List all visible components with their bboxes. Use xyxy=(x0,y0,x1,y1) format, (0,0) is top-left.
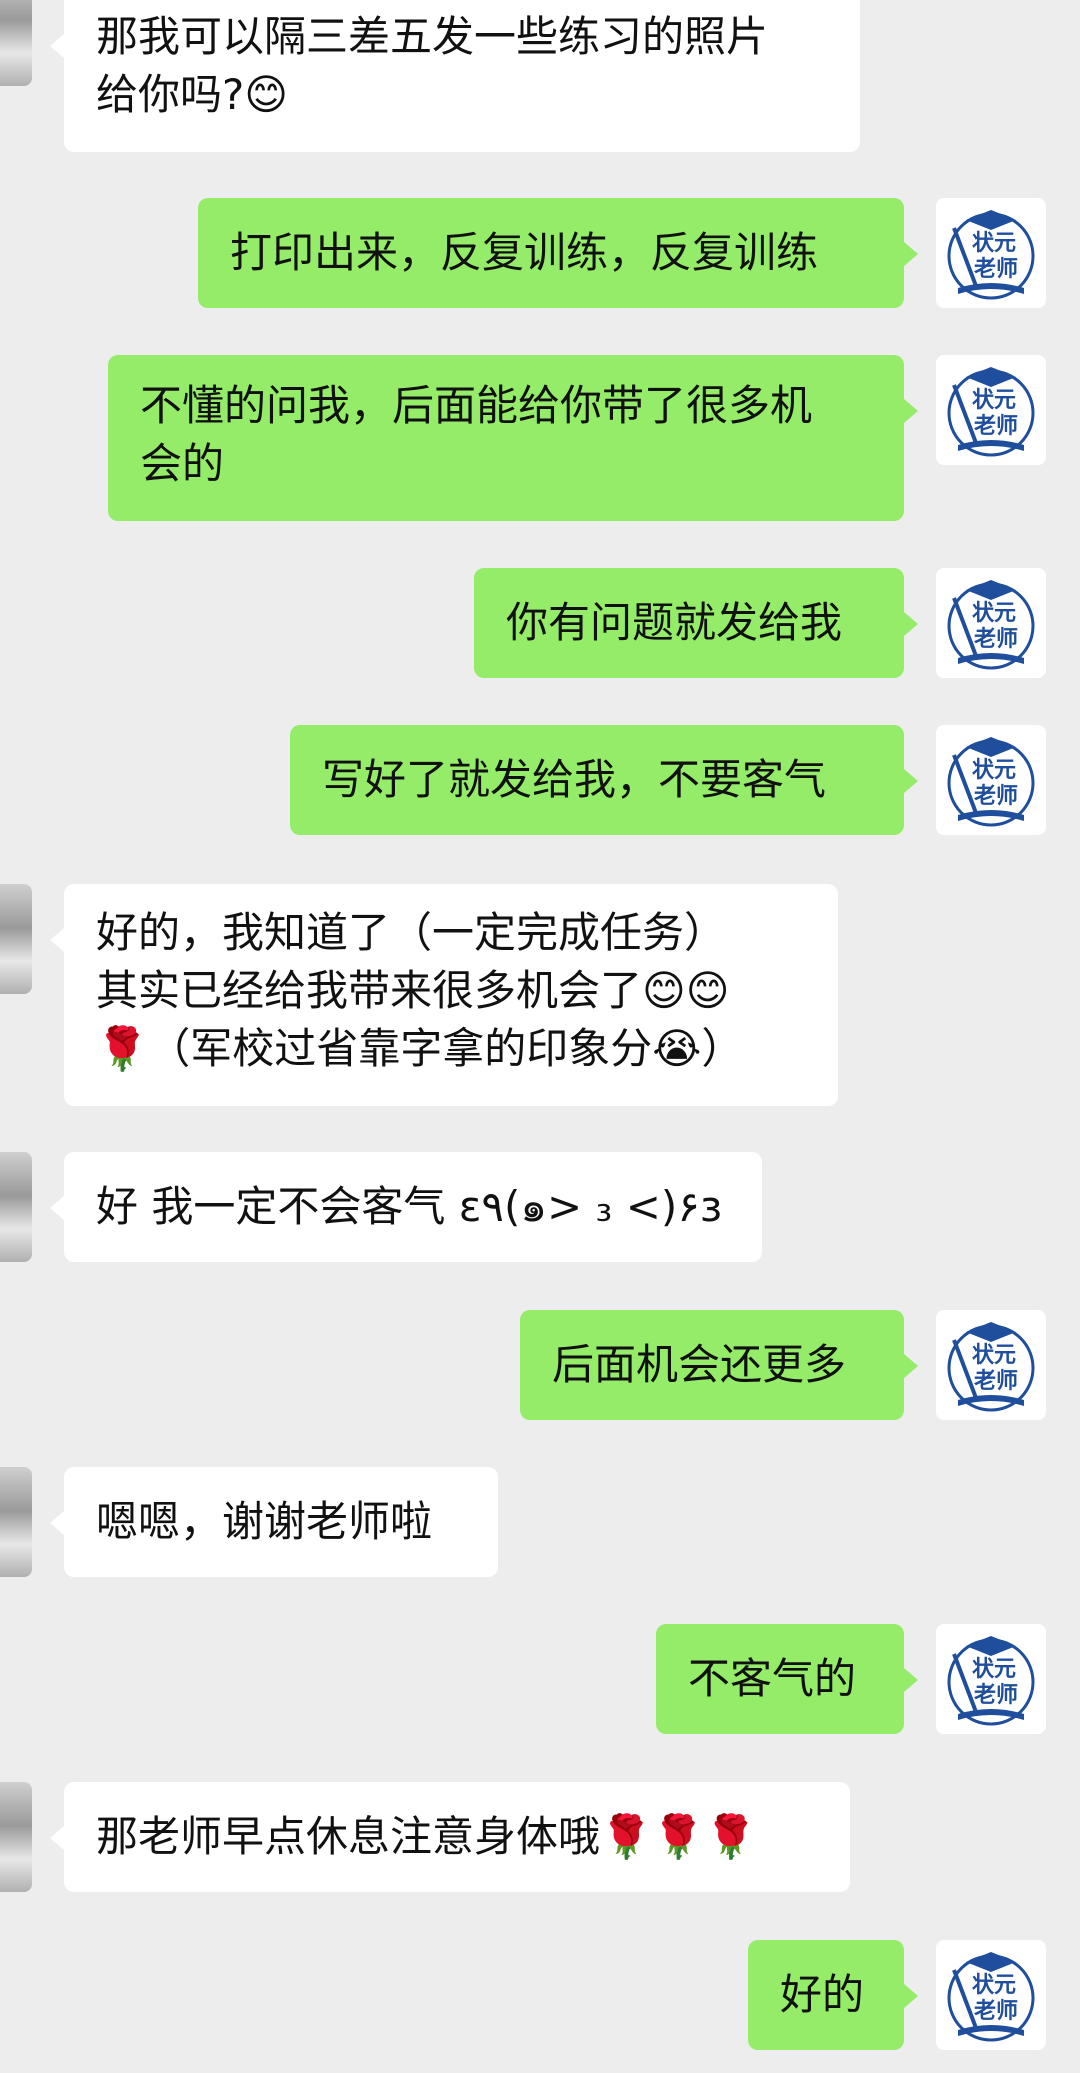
message-bubble-left[interactable]: 那我可以隔三差五发一些练习的照片 给你吗?😊 xyxy=(50,0,860,152)
message-bubble-left[interactable]: 那老师早点休息注意身体哦🌹🌹🌹 xyxy=(50,1782,850,1892)
svg-text:状元: 状元 xyxy=(972,601,1016,626)
teacher-avatar[interactable]: 状元 老师 xyxy=(936,198,1046,308)
svg-text:老师: 老师 xyxy=(973,413,1018,439)
svg-text:老师: 老师 xyxy=(973,1682,1018,1708)
teacher-avatar-icon: 状元 老师 xyxy=(947,367,1035,457)
svg-text:状元: 状元 xyxy=(972,1973,1016,1998)
svg-text:状元: 状元 xyxy=(972,1343,1016,1368)
svg-text:状元: 状元 xyxy=(972,231,1016,256)
message-bubble-right[interactable]: 后面机会还更多 xyxy=(520,1310,918,1420)
message-bubble-left[interactable]: 嗯嗯，谢谢老师啦 xyxy=(50,1467,498,1577)
teacher-avatar[interactable]: 状元 老师 xyxy=(936,355,1046,465)
svg-text:老师: 老师 xyxy=(973,1998,1018,2024)
teacher-avatar[interactable]: 状元 老师 xyxy=(936,1310,1046,1420)
message-bubble-right[interactable]: 不懂的问我，后面能给你带了很多机 会的 xyxy=(108,355,918,521)
teacher-avatar-icon: 状元 老师 xyxy=(947,210,1035,300)
teacher-avatar-icon: 状元 老师 xyxy=(947,1322,1035,1412)
contact-avatar[interactable] xyxy=(0,0,32,86)
message-bubble-left[interactable]: 好 我一定不会客气 ε٩(๑> ₃ <)۶з xyxy=(50,1152,762,1262)
svg-text:老师: 老师 xyxy=(973,626,1018,652)
contact-avatar[interactable] xyxy=(0,1782,32,1892)
teacher-avatar-icon: 状元 老师 xyxy=(947,737,1035,827)
teacher-avatar-icon: 状元 老师 xyxy=(947,1636,1035,1726)
teacher-avatar[interactable]: 状元 老师 xyxy=(936,1940,1046,2050)
teacher-avatar-icon: 状元 老师 xyxy=(947,1952,1035,2042)
svg-text:状元: 状元 xyxy=(972,388,1016,413)
message-bubble-left[interactable]: 好的，我知道了（一定完成任务） 其实已经给我带来很多机会了😊😊 🌹（军校过省靠字… xyxy=(50,884,838,1106)
teacher-avatar[interactable]: 状元 老师 xyxy=(936,725,1046,835)
message-bubble-right[interactable]: 好的 xyxy=(748,1940,918,2050)
contact-avatar[interactable] xyxy=(0,1152,32,1262)
contact-avatar[interactable] xyxy=(0,884,32,994)
teacher-avatar-icon: 状元 老师 xyxy=(947,580,1035,670)
svg-text:老师: 老师 xyxy=(973,256,1018,282)
message-bubble-right[interactable]: 打印出来，反复训练，反复训练 xyxy=(198,198,918,308)
contact-avatar[interactable] xyxy=(0,1467,32,1577)
message-bubble-right[interactable]: 不客气的 xyxy=(656,1624,918,1734)
svg-text:老师: 老师 xyxy=(973,783,1018,809)
message-bubble-right[interactable]: 写好了就发给我，不要客气 xyxy=(290,725,918,835)
svg-text:状元: 状元 xyxy=(972,758,1016,783)
message-bubble-right[interactable]: 你有问题就发给我 xyxy=(474,568,918,678)
teacher-avatar[interactable]: 状元 老师 xyxy=(936,568,1046,678)
teacher-avatar[interactable]: 状元 老师 xyxy=(936,1624,1046,1734)
svg-text:状元: 状元 xyxy=(972,1657,1016,1682)
svg-text:老师: 老师 xyxy=(973,1368,1018,1394)
